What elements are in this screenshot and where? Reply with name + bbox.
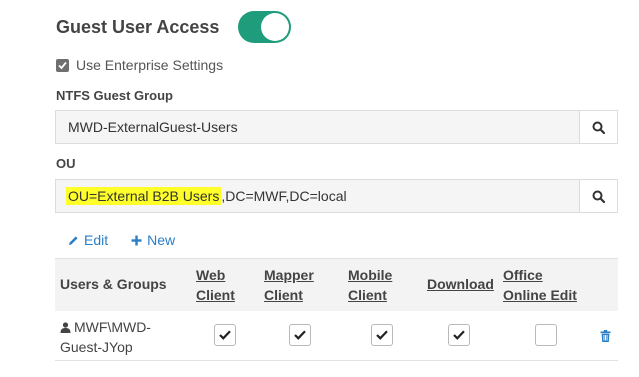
ou-field-group: OU=External B2B Users ,DC=MWF,DC=local xyxy=(55,179,618,213)
header-users-groups: Users & Groups xyxy=(60,276,167,292)
pencil-icon xyxy=(69,235,78,245)
enterprise-settings-option[interactable]: Use Enterprise Settings xyxy=(56,57,223,73)
delete-row-button[interactable] xyxy=(600,329,611,347)
permissions-table: Users & Groups Web Client Mapper Client … xyxy=(55,258,618,361)
table-row: MWF\MWD-Guest-JYop xyxy=(55,311,618,361)
enterprise-settings-label: Use Enterprise Settings xyxy=(76,57,224,73)
edit-button[interactable]: Edit xyxy=(68,232,108,248)
ntfs-group-input[interactable]: MWD-ExternalGuest-Users xyxy=(56,111,579,143)
guest-access-header: Guest User Access xyxy=(56,11,219,43)
header-mobile-client-line2: Client xyxy=(348,287,387,303)
header-office-online-edit[interactable]: Office Online Edit xyxy=(503,265,577,305)
plus-icon xyxy=(131,235,142,245)
header-mobile-client-line1: Mobile xyxy=(348,267,393,283)
ou-rest-text: ,DC=MWF,DC=local xyxy=(221,188,347,204)
ou-input[interactable]: OU=External B2B Users ,DC=MWF,DC=local xyxy=(56,180,579,212)
web-client-checkbox[interactable] xyxy=(214,324,236,346)
download-checkbox[interactable] xyxy=(448,324,470,346)
header-download[interactable]: Download xyxy=(427,274,494,294)
new-label: New xyxy=(147,232,176,248)
user-icon xyxy=(60,322,71,333)
search-icon xyxy=(592,190,605,203)
header-web-client-line1: Web xyxy=(196,267,226,283)
header-mobile-client[interactable]: Mobile Client xyxy=(348,265,392,305)
ntfs-group-value: MWD-ExternalGuest-Users xyxy=(68,119,238,135)
toggle-knob xyxy=(261,13,289,41)
enterprise-settings-checkbox[interactable] xyxy=(56,58,69,72)
header-office-line2: Online Edit xyxy=(503,287,577,303)
ntfs-group-field-group: MWD-ExternalGuest-Users xyxy=(55,110,618,144)
check-icon xyxy=(58,61,67,69)
header-web-client[interactable]: Web Client xyxy=(196,265,235,305)
ntfs-group-search-button[interactable] xyxy=(579,111,617,143)
header-mapper-client[interactable]: Mapper Client xyxy=(264,265,314,305)
header-web-client-line2: Client xyxy=(196,287,235,303)
ou-search-button[interactable] xyxy=(579,180,617,212)
edit-label: Edit xyxy=(84,232,109,248)
mapper-client-checkbox[interactable] xyxy=(289,324,311,346)
header-office-line1: Office xyxy=(503,267,543,283)
check-icon xyxy=(376,330,388,340)
header-mapper-client-line1: Mapper xyxy=(264,267,314,283)
guest-access-toggle[interactable] xyxy=(238,11,291,43)
office-online-edit-checkbox[interactable] xyxy=(535,324,557,346)
new-button[interactable]: New xyxy=(131,232,175,248)
page-title: Guest User Access xyxy=(56,16,220,37)
ntfs-group-label: NTFS Guest Group xyxy=(56,88,173,103)
user-name: MWF\MWD-Guest-JYop xyxy=(60,319,151,355)
mobile-client-checkbox[interactable] xyxy=(371,324,393,346)
table-actions: Edit New xyxy=(68,232,175,248)
table-header: Users & Groups Web Client Mapper Client … xyxy=(55,258,618,311)
check-icon xyxy=(219,330,231,340)
check-icon xyxy=(294,330,306,340)
ou-highlighted-text: OU=External B2B Users xyxy=(66,187,222,205)
user-cell: MWF\MWD-Guest-JYop xyxy=(60,317,190,357)
search-icon xyxy=(592,121,605,134)
trash-icon xyxy=(600,330,611,342)
header-mapper-client-line2: Client xyxy=(264,287,303,303)
ou-label: OU xyxy=(56,156,76,171)
check-icon xyxy=(453,330,465,340)
